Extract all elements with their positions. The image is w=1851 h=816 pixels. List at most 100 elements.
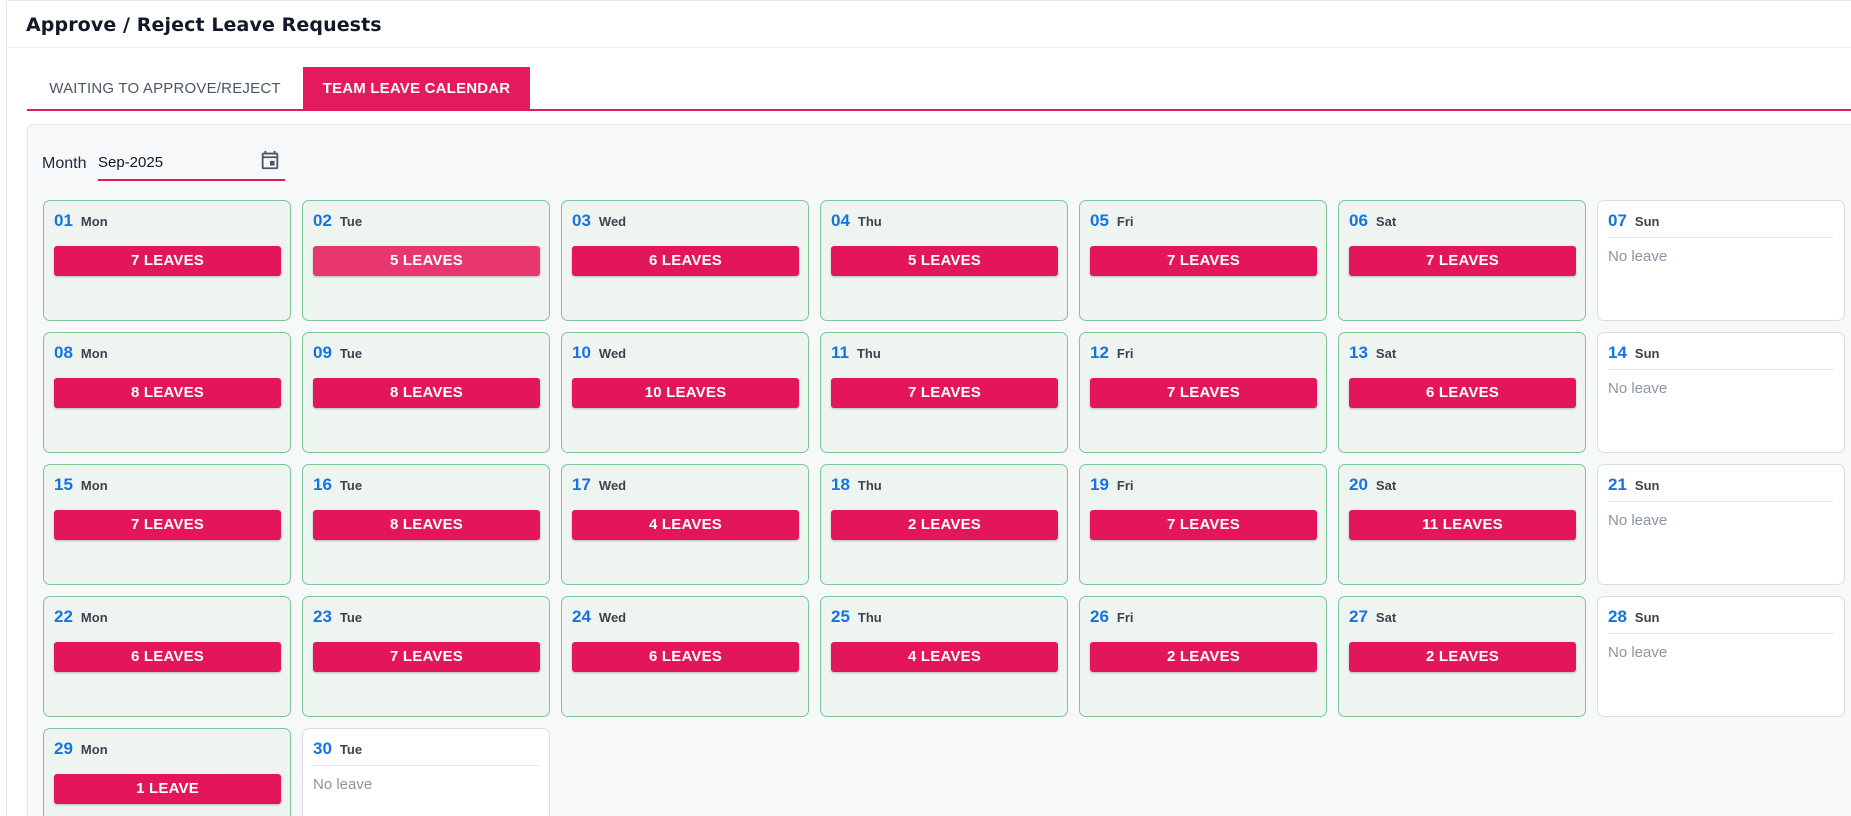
- day-number: 03: [572, 211, 591, 230]
- day-number: 04: [831, 211, 850, 230]
- month-input[interactable]: [98, 150, 248, 174]
- day-card: 28 Sun No leave: [1597, 596, 1845, 717]
- day-name: Sat: [1375, 214, 1397, 229]
- day-header: 15 Mon: [54, 475, 108, 495]
- leaves-count-button[interactable]: 6 LEAVES: [1349, 378, 1576, 408]
- calendar-panel: Month 01 Mon 7 LEAVES 02 Tue 5 LEAVES 03 Wed 6 L…: [27, 124, 1851, 816]
- day-name: Sun: [1634, 478, 1660, 493]
- day-name: Sun: [1634, 610, 1660, 625]
- leaves-count-button[interactable]: 6 LEAVES: [572, 246, 799, 276]
- day-card: 26 Fri 2 LEAVES: [1079, 596, 1327, 717]
- no-leave-text: No leave: [1608, 644, 1668, 661]
- day-header: 29 Mon: [54, 739, 108, 759]
- leaves-count-button[interactable]: 11 LEAVES: [1349, 510, 1576, 540]
- month-field[interactable]: [98, 147, 285, 181]
- day-name: Wed: [598, 346, 627, 361]
- day-number: 18: [831, 475, 850, 494]
- day-header: 12 Fri: [1090, 343, 1134, 363]
- leaves-count-button[interactable]: 4 LEAVES: [572, 510, 799, 540]
- day-name: Mon: [80, 742, 108, 757]
- day-name: Mon: [80, 478, 108, 493]
- day-number: 06: [1349, 211, 1368, 230]
- day-card: 11 Thu 7 LEAVES: [820, 332, 1068, 453]
- day-card: 23 Tue 7 LEAVES: [302, 596, 550, 717]
- day-header: 02 Tue: [313, 211, 362, 231]
- day-number: 09: [313, 343, 332, 362]
- no-leave-text: No leave: [313, 776, 373, 793]
- calendar-icon[interactable]: [259, 149, 281, 171]
- day-card: 14 Sun No leave: [1597, 332, 1845, 453]
- day-name: Sat: [1375, 610, 1397, 625]
- day-header: 06 Sat: [1349, 211, 1396, 231]
- leaves-count-button[interactable]: 7 LEAVES: [1090, 510, 1317, 540]
- day-header: 17 Wed: [572, 475, 626, 495]
- day-card: 01 Mon 7 LEAVES: [43, 200, 291, 321]
- day-name: Thu: [857, 610, 882, 625]
- leaves-count-button[interactable]: 6 LEAVES: [572, 642, 799, 672]
- page-title: Approve / Reject Leave Requests: [26, 14, 382, 36]
- day-divider: [1608, 633, 1834, 634]
- leaves-count-button[interactable]: 2 LEAVES: [1090, 642, 1317, 672]
- day-name: Fri: [1116, 610, 1134, 625]
- day-header: 10 Wed: [572, 343, 626, 363]
- day-card: 16 Tue 8 LEAVES: [302, 464, 550, 585]
- day-card: 17 Wed 4 LEAVES: [561, 464, 809, 585]
- day-card: 18 Thu 2 LEAVES: [820, 464, 1068, 585]
- day-header: 07 Sun: [1608, 211, 1659, 231]
- day-name: Mon: [80, 214, 108, 229]
- leaves-count-button[interactable]: 7 LEAVES: [54, 510, 281, 540]
- leaves-count-button[interactable]: 10 LEAVES: [572, 378, 799, 408]
- day-header: 05 Fri: [1090, 211, 1134, 231]
- day-number: 19: [1090, 475, 1109, 494]
- day-card: 03 Wed 6 LEAVES: [561, 200, 809, 321]
- day-divider: [1608, 369, 1834, 370]
- day-header: 18 Thu: [831, 475, 882, 495]
- tab-team-leave-calendar[interactable]: TEAM LEAVE CALENDAR: [303, 67, 530, 109]
- leaves-count-button[interactable]: 8 LEAVES: [313, 378, 540, 408]
- day-number: 08: [54, 343, 73, 362]
- leaves-count-button[interactable]: 7 LEAVES: [831, 378, 1058, 408]
- day-header: 01 Mon: [54, 211, 108, 231]
- day-header: 03 Wed: [572, 211, 626, 231]
- leaves-count-button[interactable]: 1 LEAVE: [54, 774, 281, 804]
- day-header: 22 Mon: [54, 607, 108, 627]
- day-name: Fri: [1116, 346, 1134, 361]
- leaves-count-button[interactable]: 6 LEAVES: [54, 642, 281, 672]
- day-card: 05 Fri 7 LEAVES: [1079, 200, 1327, 321]
- day-header: 30 Tue: [313, 739, 362, 759]
- day-name: Mon: [80, 610, 108, 625]
- leaves-count-button[interactable]: 5 LEAVES: [313, 246, 540, 276]
- day-name: Wed: [598, 478, 627, 493]
- day-card: 24 Wed 6 LEAVES: [561, 596, 809, 717]
- day-number: 26: [1090, 607, 1109, 626]
- day-number: 24: [572, 607, 591, 626]
- day-name: Sat: [1375, 346, 1397, 361]
- day-name: Tue: [339, 214, 363, 229]
- day-name: Thu: [857, 478, 882, 493]
- leaves-count-button[interactable]: 8 LEAVES: [313, 510, 540, 540]
- no-leave-text: No leave: [1608, 512, 1668, 529]
- day-header: 28 Sun: [1608, 607, 1659, 627]
- leaves-count-button[interactable]: 2 LEAVES: [1349, 642, 1576, 672]
- no-leave-text: No leave: [1608, 380, 1668, 397]
- leaves-count-button[interactable]: 7 LEAVES: [1090, 378, 1317, 408]
- day-header: 27 Sat: [1349, 607, 1396, 627]
- leaves-count-button[interactable]: 4 LEAVES: [831, 642, 1058, 672]
- day-header: 13 Sat: [1349, 343, 1396, 363]
- day-header: 11 Thu: [831, 343, 881, 363]
- tab-waiting-to-approve[interactable]: WAITING TO APPROVE/REJECT: [27, 67, 303, 109]
- leaves-count-button[interactable]: 7 LEAVES: [1090, 246, 1317, 276]
- leaves-count-button[interactable]: 8 LEAVES: [54, 378, 281, 408]
- leaves-count-button[interactable]: 2 LEAVES: [831, 510, 1058, 540]
- leaves-count-button[interactable]: 5 LEAVES: [831, 246, 1058, 276]
- day-header: 14 Sun: [1608, 343, 1659, 363]
- leaves-count-button[interactable]: 7 LEAVES: [313, 642, 540, 672]
- day-number: 16: [313, 475, 332, 494]
- day-name: Sun: [1634, 214, 1660, 229]
- day-name: Tue: [339, 742, 363, 757]
- day-header: 25 Thu: [831, 607, 882, 627]
- calendar-grid: 01 Mon 7 LEAVES 02 Tue 5 LEAVES 03 Wed 6 LEAVES 0…: [43, 200, 1845, 816]
- day-number: 25: [831, 607, 850, 626]
- leaves-count-button[interactable]: 7 LEAVES: [54, 246, 281, 276]
- leaves-count-button[interactable]: 7 LEAVES: [1349, 246, 1576, 276]
